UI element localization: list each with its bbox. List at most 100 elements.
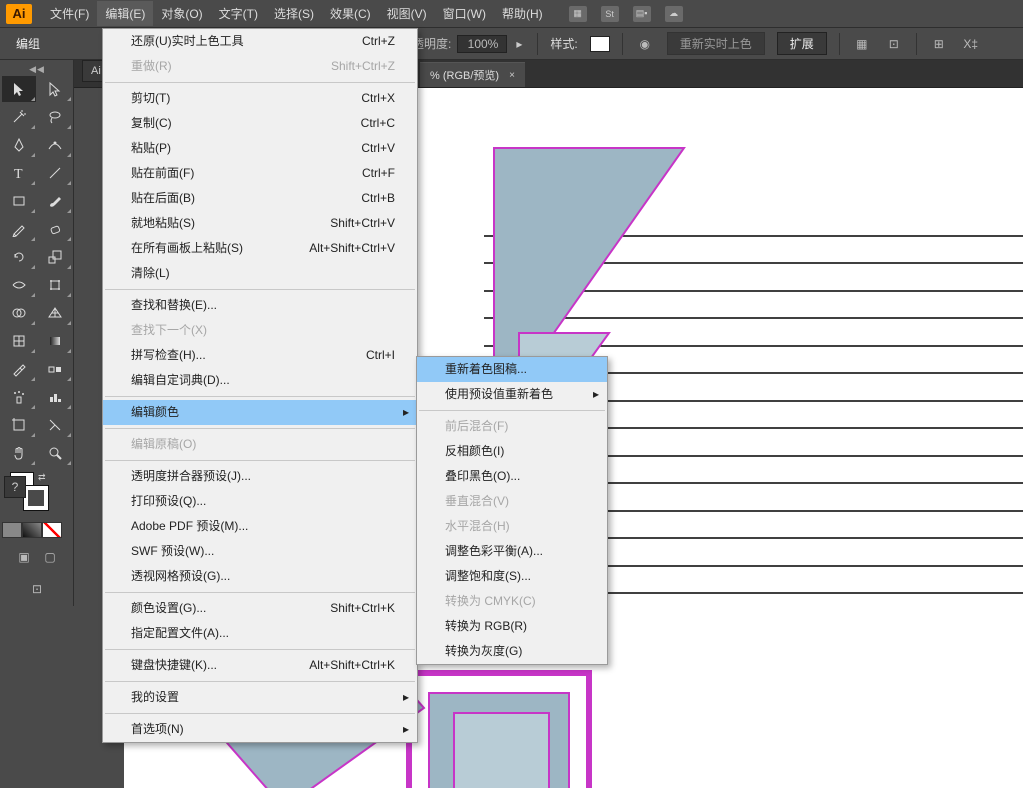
stock-icon[interactable]: ▦	[569, 6, 587, 22]
tool-free-transform[interactable]	[38, 272, 72, 298]
tool-eyedropper[interactable]	[2, 356, 36, 382]
color-submenu-item[interactable]: 转换为灰度(G)	[417, 639, 607, 664]
edit-menu-item[interactable]: 剪切(T)Ctrl+X	[103, 86, 417, 111]
document-tab[interactable]: % (RGB/预览) ×	[420, 62, 525, 87]
menu-select[interactable]: 选择(S)	[266, 1, 322, 26]
screen-mode-icon[interactable]: ▢	[40, 548, 60, 566]
edit-menu-item[interactable]: 我的设置	[103, 685, 417, 710]
draw-none-icon[interactable]	[42, 522, 62, 538]
tool-lasso[interactable]	[38, 104, 72, 130]
extra-icon[interactable]: X‡	[961, 35, 981, 53]
help-icon[interactable]: ?	[4, 476, 26, 498]
tool-rectangle[interactable]	[2, 188, 36, 214]
change-screen-icon[interactable]: ⊡	[27, 580, 47, 598]
tool-zoom[interactable]	[38, 440, 72, 466]
menu-item-label: 调整饱和度(S)...	[445, 568, 531, 585]
tool-selection[interactable]	[2, 76, 36, 102]
tool-perspective[interactable]	[38, 300, 72, 326]
realtime-recolor-button[interactable]: 重新实时上色	[667, 32, 765, 55]
toolbox-collapse[interactable]: ◀◀	[2, 64, 72, 74]
color-submenu-item[interactable]: 使用预设值重新着色	[417, 382, 607, 407]
tool-mesh[interactable]	[2, 328, 36, 354]
menu-item-label: 编辑颜色	[131, 404, 179, 421]
edit-menu-item[interactable]: 打印预设(Q)...	[103, 489, 417, 514]
transform-icon[interactable]: ⊡	[884, 35, 904, 53]
menu-item-label: 指定配置文件(A)...	[131, 625, 229, 642]
style-swatch[interactable]	[590, 36, 610, 52]
edit-menu-item[interactable]: 键盘快捷键(K)...Alt+Shift+Ctrl+K	[103, 653, 417, 678]
tool-type[interactable]: T	[2, 160, 36, 186]
edit-menu-item[interactable]: SWF 预设(W)...	[103, 539, 417, 564]
edit-menu-item[interactable]: 透明度拼合器预设(J)...	[103, 464, 417, 489]
menu-type[interactable]: 文字(T)	[211, 1, 266, 26]
tool-column-graph[interactable]	[38, 384, 72, 410]
tool-brush[interactable]	[38, 188, 72, 214]
tool-width[interactable]	[2, 272, 36, 298]
tool-pencil[interactable]	[2, 216, 36, 242]
tool-shape-builder[interactable]	[2, 300, 36, 326]
color-submenu-item[interactable]: 转换为 RGB(R)	[417, 614, 607, 639]
menu-effect[interactable]: 效果(C)	[322, 1, 379, 26]
color-submenu-item[interactable]: 调整色彩平衡(A)...	[417, 539, 607, 564]
tool-hand[interactable]	[2, 440, 36, 466]
menu-separator	[105, 681, 415, 682]
tool-rotate[interactable]	[2, 244, 36, 270]
align-icon[interactable]: ▦	[852, 35, 872, 53]
edit-menu-item[interactable]: 查找和替换(E)...	[103, 293, 417, 318]
color-submenu-item[interactable]: 反相颜色(I)	[417, 439, 607, 464]
tool-artboard[interactable]	[2, 412, 36, 438]
edit-menu-item[interactable]: 在所有画板上粘贴(S)Alt+Shift+Ctrl+V	[103, 236, 417, 261]
edit-menu-item[interactable]: 指定配置文件(A)...	[103, 621, 417, 646]
expand-button[interactable]: 扩展	[777, 32, 827, 55]
edit-menu-item[interactable]: 还原(U)实时上色工具Ctrl+Z	[103, 29, 417, 54]
tool-symbol-sprayer[interactable]	[2, 384, 36, 410]
menu-view[interactable]: 视图(V)	[379, 1, 435, 26]
color-submenu-item[interactable]: 重新着色图稿...	[417, 357, 607, 382]
edit-menu-item[interactable]: 清除(L)	[103, 261, 417, 286]
menu-edit[interactable]: 编辑(E)	[97, 1, 153, 26]
edit-menu-item[interactable]: 编辑自定词典(D)...	[103, 368, 417, 393]
tool-blend[interactable]	[38, 356, 72, 382]
menu-file[interactable]: 文件(F)	[42, 1, 97, 26]
opacity-slider-icon[interactable]: ▸	[513, 36, 525, 52]
draw-mode-icon[interactable]: ▣	[14, 548, 34, 566]
tool-scale[interactable]	[38, 244, 72, 270]
stroke-swatch[interactable]	[24, 486, 48, 510]
edit-menu-item[interactable]: 编辑颜色	[103, 400, 417, 425]
bridge-icon[interactable]: St	[601, 6, 619, 22]
menu-item-shortcut: Ctrl+I	[366, 347, 395, 364]
edit-menu-item[interactable]: 贴在前面(F)Ctrl+F	[103, 161, 417, 186]
sync-icon[interactable]: ☁	[665, 6, 683, 22]
tool-magic-wand[interactable]	[2, 104, 36, 130]
tool-line[interactable]	[38, 160, 72, 186]
tool-gradient[interactable]	[38, 328, 72, 354]
color-submenu-item[interactable]: 叠印黑色(O)...	[417, 464, 607, 489]
edit-menu-item[interactable]: 拼写检查(H)...Ctrl+I	[103, 343, 417, 368]
opacity-input[interactable]: 100%	[457, 35, 507, 53]
edit-menu-item[interactable]: 就地粘贴(S)Shift+Ctrl+V	[103, 211, 417, 236]
menu-window[interactable]: 窗口(W)	[435, 1, 494, 26]
close-tab-icon[interactable]: ×	[509, 70, 515, 81]
tool-eraser[interactable]	[38, 216, 72, 242]
edit-menu-item[interactable]: 颜色设置(G)...Shift+Ctrl+K	[103, 596, 417, 621]
isolate-icon[interactable]: ⊞	[929, 35, 949, 53]
edit-menu-item[interactable]: 透视网格预设(G)...	[103, 564, 417, 589]
menu-help[interactable]: 帮助(H)	[494, 1, 551, 26]
edit-menu-item[interactable]: 首选项(N)	[103, 717, 417, 742]
swap-fill-stroke-icon[interactable]: ⇄	[38, 472, 46, 483]
edit-menu-item[interactable]: 复制(C)Ctrl+C	[103, 111, 417, 136]
tool-curvature[interactable]	[38, 132, 72, 158]
tool-pen[interactable]	[2, 132, 36, 158]
edit-menu-item[interactable]: Adobe PDF 预设(M)...	[103, 514, 417, 539]
draw-gradient-icon[interactable]	[22, 522, 42, 538]
arrange-icon[interactable]: ▤▪	[633, 6, 651, 22]
tool-direct-selection[interactable]	[38, 76, 72, 102]
color-submenu-item[interactable]: 调整饱和度(S)...	[417, 564, 607, 589]
menu-object[interactable]: 对象(O)	[153, 1, 210, 26]
tool-slice[interactable]	[38, 412, 72, 438]
menu-item-label: 转换为灰度(G)	[445, 643, 522, 660]
recolor-icon[interactable]: ◉	[635, 35, 655, 53]
edit-menu-item[interactable]: 贴在后面(B)Ctrl+B	[103, 186, 417, 211]
edit-menu-item[interactable]: 粘贴(P)Ctrl+V	[103, 136, 417, 161]
draw-normal-icon[interactable]	[2, 522, 22, 538]
